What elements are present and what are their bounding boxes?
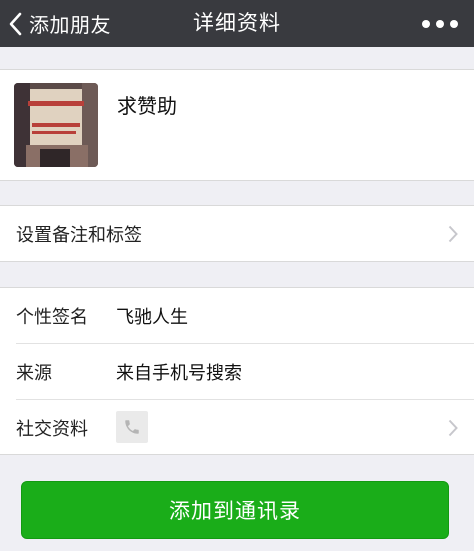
page-title: 详细资料	[193, 11, 281, 35]
remark-label: 设置备注和标签	[16, 224, 142, 246]
phone-icon	[116, 411, 148, 443]
source-label: 来源	[16, 362, 52, 384]
signature-value: 飞驰人生	[116, 306, 188, 328]
remark-row[interactable]: 设置备注和标签	[0, 206, 474, 261]
more-dots-icon	[422, 19, 458, 28]
source-value: 来自手机号搜索	[116, 362, 242, 384]
source-row: 来源 来自手机号搜索	[0, 344, 474, 399]
info-group: 个性签名 飞驰人生 来源 来自手机号搜索 社交资料	[0, 287, 474, 455]
social-label: 社交资料	[16, 418, 88, 440]
navigation-bar: 添加朋友 详细资料	[0, 0, 474, 47]
remark-group: 设置备注和标签	[0, 205, 474, 262]
signature-label: 个性签名	[16, 306, 88, 328]
profile-name: 求赞助	[117, 94, 177, 118]
chevron-right-icon	[448, 225, 458, 242]
add-to-contacts-button[interactable]: 添加到通讯录	[21, 481, 449, 539]
more-options-button[interactable]	[416, 0, 464, 47]
avatar[interactable]	[14, 83, 98, 167]
profile-card: 求赞助	[0, 69, 474, 181]
social-row[interactable]: 社交资料	[0, 400, 474, 455]
avatar-image	[14, 83, 98, 167]
chevron-right-icon	[448, 419, 458, 436]
signature-row: 个性签名 飞驰人生	[0, 288, 474, 343]
